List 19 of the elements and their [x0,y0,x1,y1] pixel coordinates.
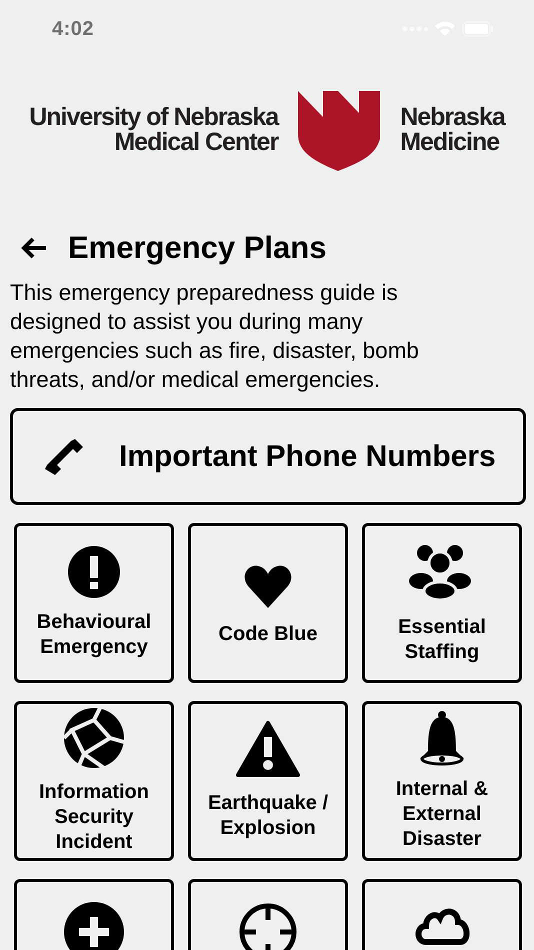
description-text: This emergency preparedness guide is designed to assist you during many emergencies such as fire, disaster, bomb threats, and/or medical emergencies. [10,279,420,394]
plan-tile[interactable]: Behavioural Emergency [14,523,174,683]
plan-tile[interactable]: Information Security Incident [14,701,174,861]
plan-tile[interactable]: Internal & External Disaster [362,701,522,861]
plan-tile[interactable]: Essential Staffing [362,523,522,683]
page-title: Emergency Plans [68,230,326,266]
logo-text: University of Nebraska Medical Center [29,105,278,155]
logo-text: Nebraska Medicine [400,105,505,155]
back-arrow-icon[interactable] [20,237,48,259]
plan-tile[interactable]: Code Blue [188,523,348,683]
shield-logo-icon [298,89,380,171]
plan-tile[interactable]: Earthquake / Explosion [188,701,348,861]
status-time: 4:02 [52,18,94,40]
bell-icon [418,710,466,764]
phone-numbers-button[interactable]: Important Phone Numbers [10,408,526,505]
crosshair-icon [238,902,298,950]
exclamation-circle-icon [68,546,120,598]
warning-icon [238,721,298,779]
globe-icon [64,708,124,768]
